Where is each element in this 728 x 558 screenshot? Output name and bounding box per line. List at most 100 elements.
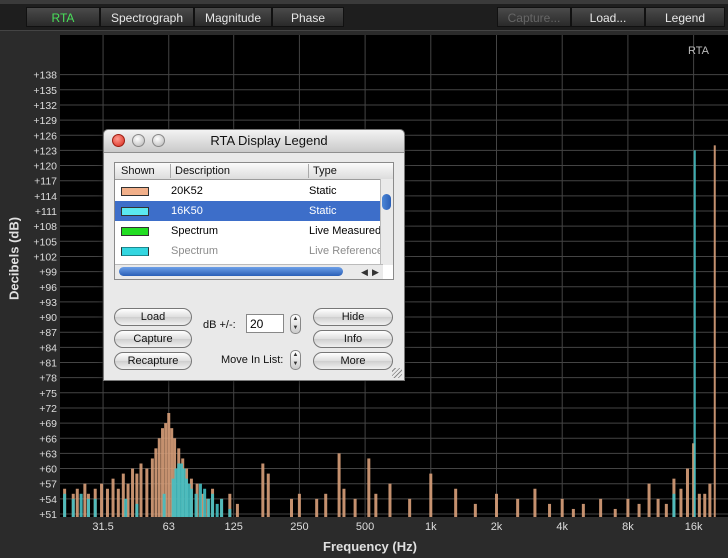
spectrum-bar [131,468,135,517]
legend-row[interactable]: Spectrum Live Measured [115,221,383,241]
y-tick-label: +96 [39,282,57,294]
spectrum-bar [157,438,161,517]
resize-grip-icon[interactable] [392,368,402,378]
legend-window-titlebar[interactable]: RTA Display Legend [104,130,404,153]
y-tick-label: +93 [39,297,57,309]
db-range-label: dB +/-: [203,319,236,331]
spectrum-bar [171,478,175,517]
spectrum-bar [429,473,433,517]
y-tick-label: +72 [39,403,57,415]
scroll-left-arrow-icon[interactable]: ◀ [361,265,368,279]
spectrum-bar [75,488,79,517]
y-tick-label: +81 [39,358,57,370]
toolbar: RTA Spectrograph Magnitude Phase Capture… [0,0,728,31]
spectrum-bar [211,493,215,517]
spectrum-bar [135,503,139,517]
x-tick-label: 16k [685,521,703,533]
legend-vertical-scrollbar[interactable] [380,179,393,265]
y-tick-label: +120 [33,161,57,173]
legend-row[interactable]: 20K52 Static [115,181,383,201]
spectrum-bar [679,488,683,517]
legend-row-selected[interactable]: 16K50 Static [115,201,383,221]
y-tick-label: +138 [33,70,57,82]
more-button[interactable]: More [313,352,393,370]
y-tick-label: +105 [33,236,57,248]
legend-button[interactable]: Legend [645,7,725,27]
y-tick-label: +114 [34,191,57,203]
tab-spectrograph[interactable]: Spectrograph [100,7,194,27]
column-header-description[interactable]: Description [171,164,309,178]
legend-recapture-button[interactable]: Recapture [114,352,192,370]
db-range-field[interactable] [246,314,284,333]
spectrum-bar [177,463,181,517]
x-tick-labels: 31.5 63 125 250 500 1k 2k 4k 8k 16k [92,521,703,533]
color-swatch[interactable] [121,227,149,236]
spectrum-bar [454,488,458,517]
spectrum-bar [560,498,564,517]
vertical-scroll-thumb[interactable] [382,194,391,210]
color-swatch[interactable] [121,187,149,196]
row-type: Live Reference [309,245,383,257]
spectrum-bar [100,483,104,517]
y-tick-label: +108 [33,221,57,233]
y-tick-label: +123 [33,145,57,157]
spectrum-bar [139,463,143,517]
y-tick-label: +84 [39,342,57,354]
scroll-right-arrow-icon[interactable]: ▶ [372,265,379,279]
spectrum-bar [703,493,707,517]
spectrum-bar [516,498,520,517]
x-axis-title: Frequency (Hz) [323,539,417,554]
legend-row[interactable]: Spectrum Live Reference [115,241,383,261]
y-tick-label: +51 [39,509,57,521]
y-tick-label: +54 [39,494,57,506]
y-tick-label: +111 [35,206,57,218]
load-button[interactable]: Load... [571,7,645,27]
tab-rta[interactable]: RTA [26,7,100,27]
y-tick-label: +102 [33,251,57,263]
spectrum-bar [150,458,154,517]
legend-table[interactable]: Shown Description Type 20K52 Static 16K5… [114,162,394,280]
x-tick-label: 250 [290,521,308,533]
column-header-type[interactable]: Type [309,164,383,178]
spectrum-bar [71,498,75,517]
y-tick-label: +57 [39,479,57,491]
spectrum-bar [86,498,90,517]
spectrum-bar [289,498,293,517]
x-tick-label: 63 [163,521,175,533]
spectrum-bar [105,488,109,517]
legend-window[interactable]: RTA Display Legend Shown Description Typ… [103,129,405,381]
legend-horizontal-scrollbar[interactable]: ◀ ▶ [115,264,383,279]
spectrum-bar [145,468,149,517]
spectrum-bar [548,503,552,517]
hide-button[interactable]: Hide [313,308,393,326]
y-tick-label: +135 [33,85,57,97]
tab-magnitude[interactable]: Magnitude [194,7,272,27]
color-swatch[interactable] [121,207,149,216]
move-in-list-stepper[interactable]: ▲ ▼ [290,350,301,370]
spectrum-bar [124,498,128,517]
db-range-stepper[interactable]: ▲ ▼ [290,314,301,334]
horizontal-scroll-thumb[interactable] [119,267,343,276]
legend-load-button[interactable]: Load [114,308,192,326]
spectrum-bar [79,493,83,517]
color-swatch[interactable] [121,247,149,256]
spectrum-bar [374,493,378,517]
y-tick-label: +117 [34,176,57,188]
spectrum-bar [220,498,224,517]
spectrum-bar [228,508,232,517]
tab-phase[interactable]: Phase [272,7,344,27]
y-tick-label: +66 [39,433,57,445]
spectrum-bar [261,463,265,517]
capture-button[interactable]: Capture... [497,7,571,27]
info-button[interactable]: Info [313,330,393,348]
spectrum-bar [203,488,207,517]
spectrum-bar [194,493,198,517]
toolbar-top-edge [0,0,728,4]
spectrum-bar [367,458,371,517]
spectrum-bar [342,488,346,517]
legend-capture-button[interactable]: Capture [114,330,192,348]
move-in-list-label: Move In List: [221,354,284,366]
spectrum-bar [664,503,668,517]
spectrum-bar [179,463,183,517]
column-header-shown[interactable]: Shown [117,164,171,178]
